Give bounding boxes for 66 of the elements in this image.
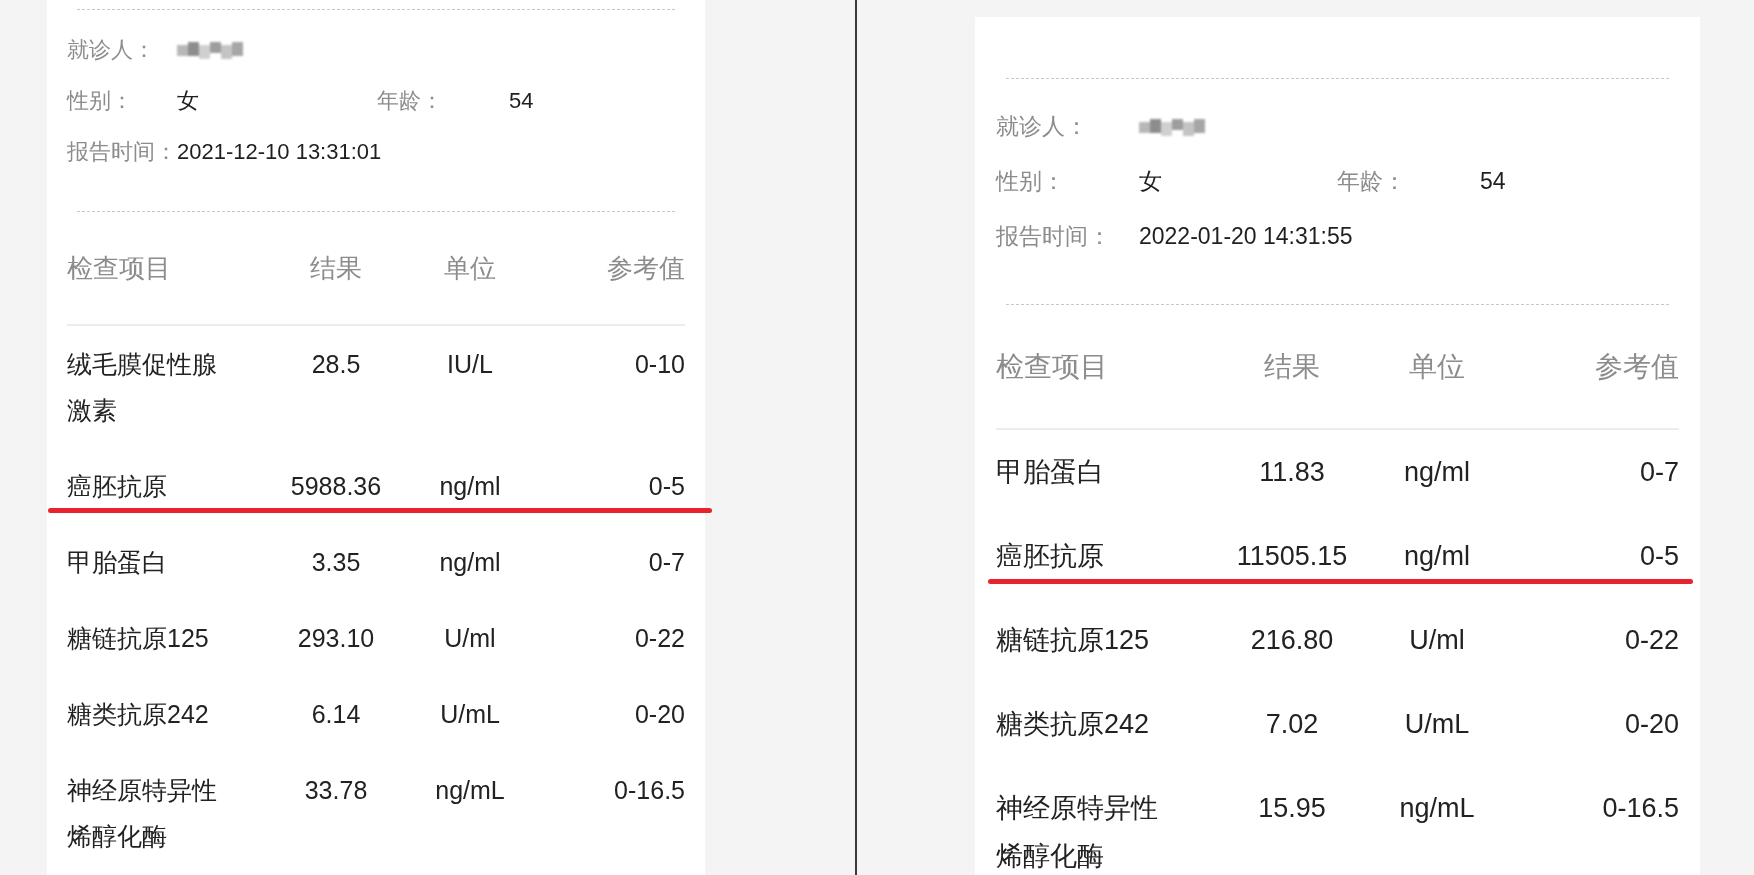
test-item: 甲胎蛋白: [996, 456, 1104, 489]
column-header: 结果: [1264, 349, 1320, 384]
test-item: 神经原特异性烯醇化酶: [996, 792, 1159, 873]
unit-value: ng/ml: [1404, 456, 1470, 489]
unit-value: U/mL: [440, 699, 500, 730]
age-label: 年龄：: [377, 86, 443, 115]
column-header: 结果: [310, 251, 362, 285]
reference-range: 0-22: [1624, 624, 1679, 657]
column-header: 检查项目: [67, 251, 171, 285]
report-time-label: 报告时间：: [67, 137, 177, 166]
result-value: 33.78: [304, 775, 368, 806]
reference-range: 0-7: [1639, 456, 1679, 489]
sex-value: 女: [1139, 167, 1162, 196]
result-value: 5988.36: [290, 471, 382, 502]
result-value: 28.5: [311, 349, 361, 380]
unit-value: U/ml: [444, 623, 496, 654]
column-header: 检查项目: [996, 349, 1108, 384]
test-item: 癌胚抗原: [996, 540, 1104, 573]
result-value: 293.10: [297, 623, 375, 654]
unit-value: ng/ml: [1404, 540, 1470, 573]
column-header: 单位: [444, 251, 496, 285]
column-header: 单位: [1409, 349, 1465, 384]
sex-label: 性别：: [67, 86, 133, 115]
test-item: 糖类抗原242: [996, 708, 1150, 741]
result-value: 11505.15: [1236, 540, 1348, 573]
result-value: 11.83: [1259, 456, 1325, 489]
result-value: 7.02: [1265, 708, 1319, 741]
unit-value: ng/ml: [439, 547, 501, 578]
patient-label: 就诊人：: [67, 35, 155, 64]
reference-range: 0-5: [1639, 540, 1679, 573]
age-value: 54: [509, 87, 534, 114]
reference-range: 0-10: [634, 349, 685, 380]
reference-range: 0-5: [648, 471, 685, 502]
reference-range: 0-16.5: [614, 775, 685, 806]
result-value: 3.35: [311, 547, 361, 578]
test-item: 神经原特异性烯醇化酶: [67, 775, 218, 852]
result-value: 6.14: [311, 699, 361, 730]
reference-range: 0-20: [634, 699, 685, 730]
unit-value: ng/mL: [435, 775, 505, 806]
report-time-label: 报告时间：: [996, 222, 1111, 251]
sex-label: 性别：: [996, 167, 1065, 196]
reference-range: 0-7: [648, 547, 685, 578]
test-item: 甲胎蛋白: [67, 547, 167, 578]
test-item: 糖链抗原125: [67, 623, 209, 654]
test-item: 糖链抗原125: [996, 624, 1150, 657]
test-item: 糖类抗原242: [67, 699, 209, 730]
report-time-value: 2021-12-10 13:31:01: [177, 138, 382, 165]
reference-range: 0-16.5: [1602, 792, 1679, 825]
age-value: 54: [1480, 168, 1506, 195]
result-value: 15.95: [1258, 792, 1326, 825]
unit-value: U/mL: [1404, 708, 1470, 741]
sex-value: 女: [177, 86, 199, 115]
unit-value: ng/mL: [1399, 792, 1475, 825]
test-item: 绒毛膜促性腺激素: [67, 349, 218, 426]
reference-range: 0-22: [634, 623, 685, 654]
reference-range: 0-20: [1624, 708, 1679, 741]
report-time-value: 2022-01-20 14:31:55: [1139, 223, 1353, 250]
column-header: 参考值: [1595, 349, 1679, 384]
result-value: 216.80: [1250, 624, 1334, 657]
patient-label: 就诊人：: [996, 112, 1088, 141]
unit-value: U/ml: [1409, 624, 1465, 657]
unit-value: ng/ml: [439, 471, 501, 502]
unit-value: IU/L: [447, 349, 493, 380]
column-header: 参考值: [607, 251, 685, 285]
age-label: 年龄：: [1337, 167, 1406, 196]
test-item: 癌胚抗原: [67, 471, 167, 502]
